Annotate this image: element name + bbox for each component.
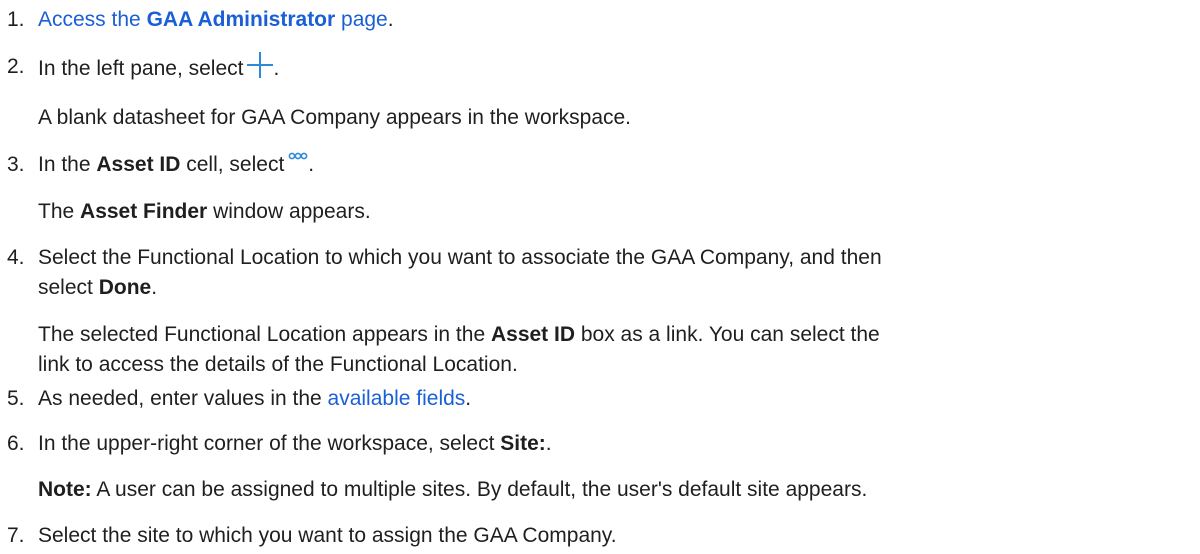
gaa-administrator-link[interactable]: Access the GAA Administrator page: [38, 8, 388, 31]
step-text: In the Asset ID cell, select .: [38, 152, 315, 176]
step-text: In the upper-right corner of the workspa…: [38, 432, 552, 455]
step-text: In the left pane, select.: [38, 52, 1195, 84]
step-number: 6.: [7, 432, 25, 455]
step-text: Select the site to which you want to ass…: [38, 524, 617, 547]
step-6-note: Note: A user can be assigned to multiple…: [38, 478, 868, 501]
step-3-result: The Asset Finder window appears.: [38, 200, 371, 223]
available-fields-link[interactable]: available fields: [328, 387, 466, 410]
step-number: 1.: [7, 8, 25, 31]
step-2-result: A blank datasheet for GAA Company appear…: [38, 106, 632, 129]
step-text: Access the GAA Administrator page.: [38, 8, 394, 31]
step-text: Select the Functional Location to which …: [38, 246, 882, 299]
step-number: 2.: [7, 55, 25, 78]
step-4-result: The selected Functional Location appears…: [38, 323, 880, 376]
more-options-icon: [288, 152, 308, 160]
plus-icon: [247, 52, 274, 78]
step-number: 7.: [7, 524, 25, 547]
step-number: 3.: [7, 153, 25, 176]
step-text: As needed, enter values in the available…: [38, 387, 472, 410]
step-number: 4.: [7, 246, 25, 269]
step-number: 5.: [7, 387, 25, 410]
note-label: Note:: [38, 478, 92, 501]
